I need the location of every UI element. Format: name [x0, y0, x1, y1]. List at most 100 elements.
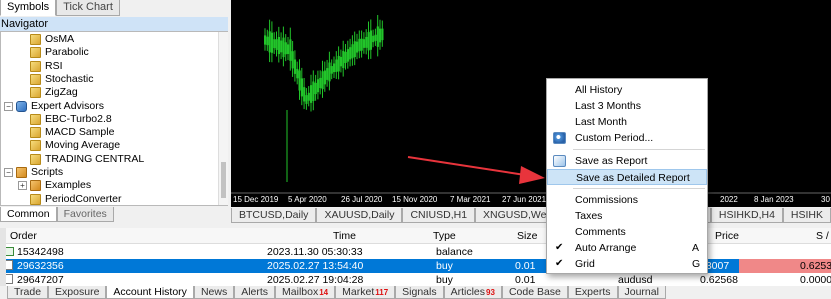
tab-account-history[interactable]: Account History	[106, 286, 194, 299]
menu-item-commissions[interactable]: Commissions	[547, 192, 707, 208]
menu-item-auto-arrange[interactable]: ✔ Auto Arrange A	[547, 240, 707, 256]
tab-mailbox[interactable]: Mailbox14	[275, 286, 336, 299]
navigator-item-scripts[interactable]: − Scripts	[4, 166, 63, 179]
menu-item-label: Commissions	[575, 194, 639, 206]
collapse-icon[interactable]: −	[4, 101, 13, 111]
menu-separator	[573, 188, 705, 189]
chart-tab[interactable]: HSIHKD,H4	[710, 208, 783, 223]
date-axis: 15 Dec 2019 5 Apr 2020 26 Jul 2020 15 Nov 2…	[231, 193, 831, 207]
candle-body	[273, 39, 276, 49]
symbol-tabs: Symbols Tick Chart	[0, 0, 230, 16]
tab-market[interactable]: Market117	[335, 286, 396, 299]
column-type[interactable]: Type	[433, 228, 456, 244]
trade-size: 0.01	[515, 274, 536, 286]
navigator-item-periodconverter[interactable]: PeriodConverter	[30, 193, 121, 205]
trade-type: balance	[436, 246, 473, 258]
column-price[interactable]: Price	[715, 228, 739, 244]
date-axis-label: 7 Mar 2021	[450, 195, 491, 204]
navigator-tree[interactable]: OsMA Parabolic RSI Stochastic ZigZag − Expert …	[0, 31, 228, 206]
menu-item-custom-period[interactable]: Custom Period...	[547, 130, 707, 146]
table-row[interactable]: 29647207 2025.02.27 19:04:28 buy 0.01 audusd…	[0, 273, 831, 286]
expert-icon	[30, 127, 41, 139]
candle-body	[284, 42, 287, 55]
menu-item-taxes[interactable]: Taxes	[547, 208, 707, 224]
menu-item-grid[interactable]: ✔ Grid G	[547, 256, 707, 272]
chart-tab[interactable]: HSIHK	[782, 208, 831, 223]
script-icon	[30, 193, 41, 205]
trade-symbol: audusd	[618, 274, 653, 286]
menu-accelerator: A	[692, 242, 700, 254]
column-size[interactable]: Size	[517, 228, 537, 244]
column-order[interactable]: Order	[10, 228, 37, 244]
terminal-tabs: Trade Exposure Account History News Alerts Ma…	[0, 286, 831, 299]
order-icon	[5, 260, 13, 270]
tab-label: Trade	[14, 286, 42, 298]
tab-code-base[interactable]: Code Base	[501, 286, 568, 299]
candle-body	[298, 70, 301, 91]
chart-window-tabs: BTCUSD,Daily XAUUSD,Daily CNIUSD,H1 XNGUSD,…	[231, 208, 831, 223]
date-axis-label: 26 Jul 2020	[341, 195, 383, 204]
navigator-item-zigzag[interactable]: ZigZag	[30, 86, 78, 99]
menu-item-comments[interactable]: Comments	[547, 224, 707, 240]
navigator-item-label: ZigZag	[45, 86, 78, 99]
navigator-item-osma[interactable]: OsMA	[30, 33, 74, 46]
tab-label: Exposure	[55, 286, 100, 298]
tab-articles[interactable]: Articles93	[443, 286, 502, 299]
date-axis-label: 27 Jun 2021	[502, 195, 547, 204]
candle-body	[337, 55, 340, 72]
navigator-item-trading-central[interactable]: TRADING CENTRAL	[30, 153, 144, 166]
menu-item-all-history[interactable]: All History	[547, 82, 707, 98]
navigator-item-label: Expert Advisors	[31, 99, 104, 112]
column-sl[interactable]: S /	[816, 228, 829, 244]
chart-tab[interactable]: CNIUSD,H1	[402, 208, 476, 223]
tab-exposure[interactable]: Exposure	[48, 286, 107, 299]
navigator-item-macd-sample[interactable]: MACD Sample	[30, 126, 114, 139]
menu-accelerator: G	[692, 258, 701, 270]
navigator-item-examples[interactable]: + Examples	[18, 179, 91, 192]
navigator-item-expert-advisors[interactable]: − Expert Advisors	[4, 100, 104, 113]
navigator-scrollbar[interactable]	[218, 32, 228, 205]
menu-item-last-3-months[interactable]: Last 3 Months	[547, 98, 707, 114]
menu-item-label: Save as Report	[575, 155, 648, 167]
collapse-icon[interactable]: −	[4, 168, 13, 177]
navigator-item-rsi[interactable]: RSI	[30, 60, 63, 73]
terminal-side-bar	[0, 228, 6, 286]
tab-favorites[interactable]: Favorites	[56, 207, 114, 222]
expand-icon[interactable]: +	[18, 181, 27, 191]
column-time[interactable]: Time	[333, 228, 356, 244]
navigator-item-parabolic[interactable]: Parabolic	[30, 46, 89, 59]
candle-body	[314, 82, 317, 95]
chart-tab[interactable]: XAUUSD,Daily	[316, 208, 403, 223]
check-icon: ✔	[555, 258, 564, 269]
navigator-item-moving-average[interactable]: Moving Average	[30, 139, 120, 152]
scrollbar-thumb[interactable]	[221, 162, 226, 198]
candle-body	[346, 49, 349, 62]
candle-body	[353, 41, 356, 58]
candle-body	[360, 38, 363, 51]
tab-trade[interactable]: Trade	[7, 286, 49, 299]
tab-label: Journal	[624, 286, 659, 298]
trade-time: 2025.02.27 19:04:28	[267, 274, 364, 286]
tab-news[interactable]: News	[193, 286, 235, 299]
menu-item-save-as-report[interactable]: Save as Report	[547, 153, 707, 169]
candle-body	[335, 59, 338, 72]
date-axis-label: 15 Dec 2019	[233, 195, 279, 204]
tab-symbols[interactable]: Symbols	[0, 0, 57, 16]
tab-experts[interactable]: Experts	[567, 286, 618, 299]
menu-item-last-month[interactable]: Last Month	[547, 114, 707, 130]
tab-journal[interactable]: Journal	[617, 286, 666, 299]
tab-signals[interactable]: Signals	[395, 286, 444, 299]
chart-tab[interactable]: BTCUSD,Daily	[231, 208, 317, 223]
candle-body	[372, 35, 375, 43]
navigator-item-ebc-turbo2-8[interactable]: EBC-Turbo2.8	[30, 113, 112, 126]
tab-label: Market	[342, 286, 375, 298]
scripts-icon	[16, 167, 27, 178]
candle-body	[291, 51, 294, 69]
navigator-item-label: Moving Average	[45, 139, 121, 152]
navigator-item-stochastic[interactable]: Stochastic	[30, 73, 93, 86]
price-chart[interactable]	[231, 0, 831, 207]
tab-tick-chart[interactable]: Tick Chart	[56, 0, 120, 16]
menu-item-save-as-detailed-report[interactable]: Save as Detailed Report	[547, 169, 707, 185]
tab-alerts[interactable]: Alerts	[234, 286, 276, 299]
tab-common[interactable]: Common	[0, 207, 57, 222]
